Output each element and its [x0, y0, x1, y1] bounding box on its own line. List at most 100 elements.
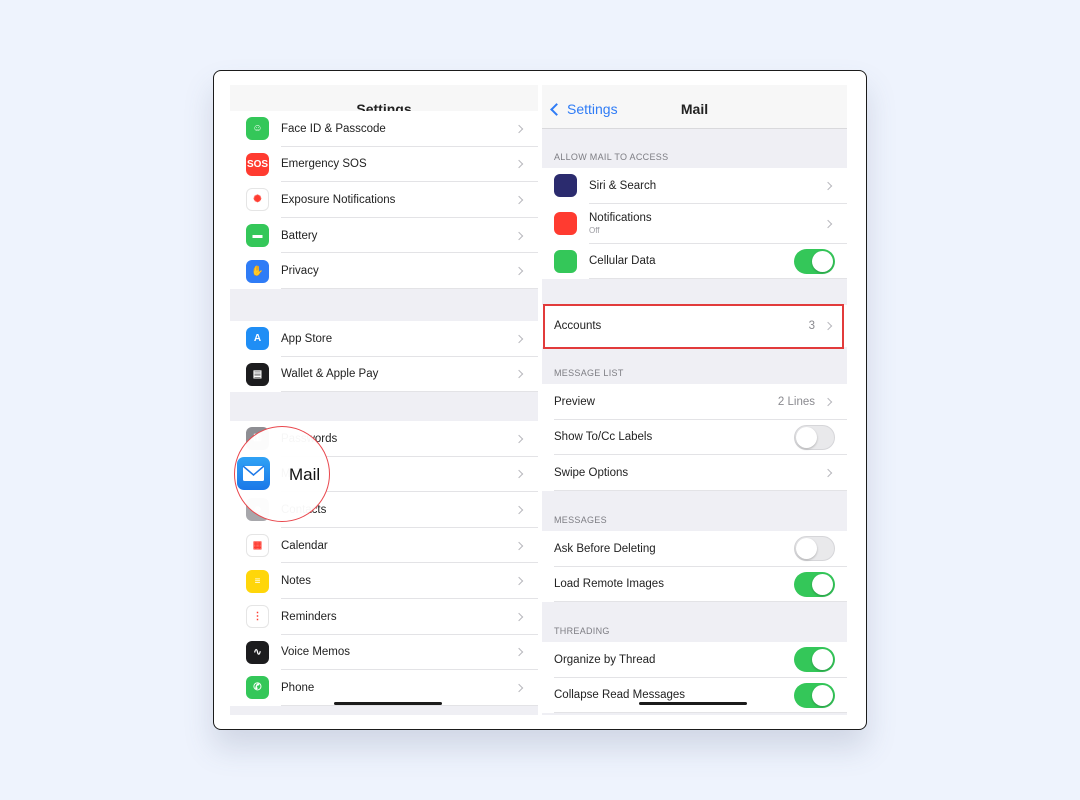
- sos-icon: SOS: [246, 152, 269, 176]
- chevron-right-icon: [514, 434, 524, 444]
- cellular-data-toggle[interactable]: [794, 248, 835, 274]
- chevron-right-icon: [514, 683, 524, 693]
- settings-row-calendar[interactable]: ▦ Calendar: [230, 528, 538, 564]
- settings-row-reminders[interactable]: ⋮ Reminders: [230, 599, 538, 635]
- toggle-knob: [812, 649, 833, 671]
- phone-icon: ✆: [246, 676, 269, 700]
- chevron-right-icon: [514, 231, 524, 240]
- mail-row-title: Organize by Thread: [554, 653, 656, 666]
- collapse-read-messages-toggle[interactable]: [794, 682, 835, 708]
- chevron-right-icon: [514, 266, 524, 276]
- mail-row-title: Show To/Cc Labels: [554, 431, 653, 444]
- settings-row-face-id-passcode[interactable]: ☺ Face ID & Passcode: [230, 111, 538, 147]
- toggle-knob: [812, 684, 833, 706]
- section-header-threading: THREADING: [554, 626, 610, 636]
- mail-row-label: Show To/Cc Labels: [554, 431, 794, 443]
- mail-row-ask-before-deleting: Ask Before Deleting: [542, 531, 847, 567]
- app-store-icon: A: [246, 327, 269, 351]
- settings-row-label: Battery: [281, 229, 318, 242]
- mail-row-sublabel: Off: [589, 226, 600, 236]
- face-id-icon: ☺: [246, 117, 269, 141]
- mail-row-label: Siri & Search: [589, 180, 825, 192]
- chevron-right-icon: [514, 124, 524, 134]
- settings-group-2: A App Store ▤ Wallet & Apple Pay: [230, 321, 538, 393]
- settings-row-label: Calendar: [281, 539, 328, 552]
- reminders-icon: ⋮: [246, 605, 269, 629]
- row-divider: [281, 391, 538, 393]
- mail-row-title: Cellular Data: [589, 255, 656, 268]
- home-indicator: [639, 702, 747, 705]
- settings-row-notes[interactable]: ≡ Notes: [230, 563, 538, 599]
- notifications-icon: [554, 212, 577, 236]
- mail-row-title: Collapse Read Messages: [554, 689, 686, 702]
- home-indicator: [334, 702, 442, 705]
- chevron-right-icon: [514, 195, 524, 205]
- exposure-icon: ✺: [246, 188, 269, 212]
- settings-row-exposure-notifications[interactable]: ✺ Exposure Notifications: [230, 182, 538, 218]
- mail-row-label: Cellular Data: [589, 255, 794, 267]
- chevron-right-icon: [514, 576, 524, 586]
- toggle-knob: [796, 426, 817, 448]
- settings-row-emergency-sos[interactable]: SOS Emergency SOS: [230, 147, 538, 183]
- section-header-messages: MESSAGES: [554, 515, 607, 525]
- mail-icon: [237, 457, 270, 490]
- mail-row-load-remote-images: Load Remote Images: [542, 567, 847, 603]
- show-to-cc-labels-toggle[interactable]: [794, 424, 835, 450]
- mail-row-label: Preview: [554, 396, 778, 408]
- cellular-icon: [554, 249, 577, 273]
- settings-row-label: Phone: [281, 681, 315, 694]
- mail-magnifier: Mail: [234, 426, 330, 522]
- mail-row-value: 2 Lines: [777, 395, 815, 408]
- mail-row-label: Organize by Thread: [554, 654, 794, 666]
- mail-row-cellular-data: Cellular Data: [542, 244, 847, 280]
- organize-by-thread-toggle[interactable]: [794, 647, 835, 673]
- mail-settings-screen: Settings Mail ALLOW MAIL TO ACCESS Siri …: [542, 85, 847, 715]
- toggle-knob: [812, 250, 833, 272]
- row-divider: [281, 287, 538, 289]
- toggle-knob: [796, 538, 817, 560]
- calendar-icon: ▦: [246, 534, 269, 558]
- settings-row-label: Reminders: [281, 610, 337, 623]
- mail-row-label: Ask Before Deleting: [554, 543, 794, 555]
- row-divider: [554, 712, 847, 714]
- chevron-right-icon: [514, 612, 524, 622]
- mail-row-organize-by-thread: Organize by Thread: [542, 642, 847, 678]
- chevron-right-icon: [514, 541, 524, 550]
- mail-row-title: Load Remote Images: [554, 578, 664, 591]
- mail-row-swipe-options[interactable]: Swipe Options: [542, 455, 847, 491]
- siri-icon: [554, 174, 577, 198]
- mail-row-title: Siri & Search: [589, 179, 657, 192]
- toggle-knob: [812, 573, 833, 595]
- settings-row-battery[interactable]: ▬ Battery: [230, 218, 538, 254]
- battery-icon: ▬: [246, 224, 269, 248]
- settings-row-phone[interactable]: ✆ Phone: [230, 670, 538, 706]
- mail-row-notifications[interactable]: Notifications Off: [542, 204, 847, 244]
- settings-row-app-store[interactable]: A App Store: [230, 321, 538, 357]
- settings-row-label: Exposure Notifications: [281, 193, 396, 206]
- access-group: Siri & Search Notifications Off Cellular Da…: [542, 168, 847, 280]
- mail-row-show-to-cc-labels: Show To/Cc Labels: [542, 420, 847, 456]
- mail-navbar: Settings Mail: [542, 85, 847, 129]
- wallet-icon: ▤: [246, 362, 269, 386]
- ask-before-deleting-toggle[interactable]: [794, 536, 835, 562]
- mail-row-title: Notifications: [589, 212, 652, 225]
- settings-row-privacy[interactable]: ✋ Privacy: [230, 253, 538, 289]
- voice-memos-icon: ∿: [246, 640, 269, 664]
- mail-row-preview[interactable]: Preview 2 Lines: [542, 384, 847, 420]
- row-divider: [589, 278, 847, 280]
- accounts-highlight-box: [543, 304, 844, 349]
- settings-row-label: Wallet & Apple Pay: [281, 368, 379, 381]
- settings-row-label: Notes: [281, 575, 312, 588]
- mail-row-label: Collapse Read Messages: [554, 689, 794, 701]
- load-remote-images-toggle[interactable]: [794, 571, 835, 597]
- chevron-right-icon: [514, 648, 524, 657]
- chevron-right-icon: [823, 397, 833, 407]
- settings-row-label: Voice Memos: [281, 646, 351, 659]
- mail-row-siri-search[interactable]: Siri & Search: [542, 168, 847, 204]
- section-header-access: ALLOW MAIL TO ACCESS: [554, 152, 669, 162]
- mail-row-title: Swipe Options: [554, 466, 629, 479]
- messages-group: Ask Before Deleting Load Remote Images: [542, 531, 847, 603]
- settings-row-voice-memos[interactable]: ∿ Voice Memos: [230, 635, 538, 671]
- chevron-right-icon: [823, 219, 833, 228]
- settings-row-wallet-apple-pay[interactable]: ▤ Wallet & Apple Pay: [230, 357, 538, 393]
